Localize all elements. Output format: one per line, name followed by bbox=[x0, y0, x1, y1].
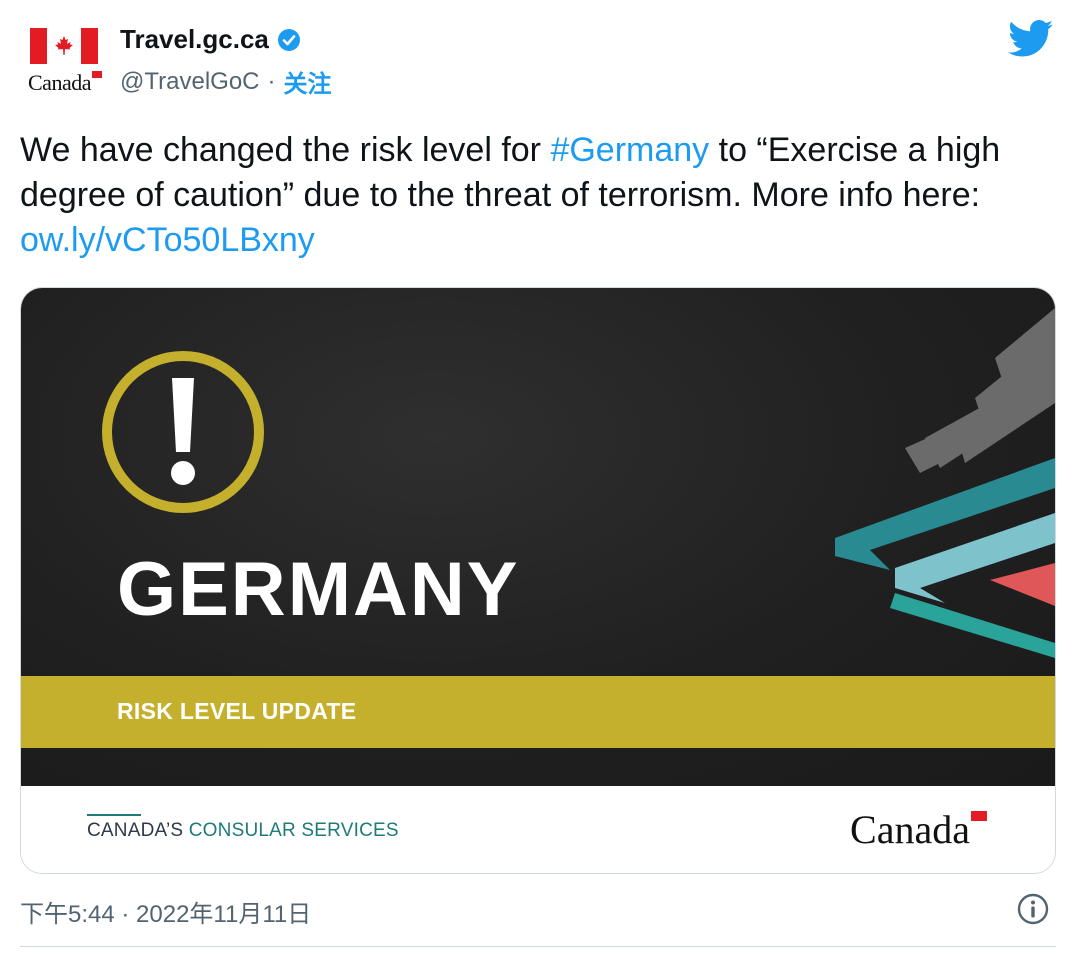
decorative-chevrons bbox=[835, 308, 1055, 658]
consular-accent: CONSULAR SERVICES bbox=[188, 820, 399, 841]
canada-flag-icon bbox=[30, 28, 98, 64]
risk-band: RISK LEVEL UPDATE bbox=[21, 676, 1055, 748]
timestamp[interactable]: 下午5:44 · 2022年11月11日 bbox=[20, 894, 311, 929]
follow-button[interactable]: 关注 bbox=[284, 64, 332, 99]
handle[interactable]: @TravelGoC bbox=[120, 68, 260, 96]
consular-rule bbox=[87, 814, 141, 816]
canada-wordmark-logo: Canada bbox=[850, 806, 987, 853]
url-link[interactable]: ow.ly/vCTo50LBxny bbox=[20, 221, 315, 259]
separator-dot: · bbox=[267, 67, 276, 95]
info-icon[interactable] bbox=[1016, 892, 1050, 926]
country-title: GERMANY bbox=[117, 547, 520, 632]
link-card[interactable]: GERMANY RISK LEVEL UPDATE CANADA’S CONSU… bbox=[20, 287, 1056, 874]
canada-wordmark: Canada bbox=[28, 70, 102, 96]
handle-row: @TravelGoC · 关注 bbox=[120, 64, 332, 99]
divider bbox=[20, 946, 1056, 947]
warning-exclamation-icon bbox=[102, 351, 264, 513]
consular-prefix: CANADA’S bbox=[87, 820, 189, 841]
display-name[interactable]: Travel.gc.ca bbox=[120, 24, 269, 55]
verified-badge-icon bbox=[277, 28, 300, 51]
name-row: Travel.gc.ca bbox=[120, 24, 301, 55]
tweet-text-part: We have changed the risk level for bbox=[20, 131, 551, 169]
twitter-bird-icon[interactable] bbox=[1008, 20, 1054, 58]
tweet-header: Canada Travel.gc.ca @TravelGoC · 关注 bbox=[20, 20, 1056, 100]
hashtag-link[interactable]: #Germany bbox=[550, 131, 709, 169]
tweet-text: We have changed the risk level for #Germ… bbox=[20, 128, 1050, 263]
risk-label: RISK LEVEL UPDATE bbox=[117, 698, 357, 724]
avatar[interactable]: Canada bbox=[28, 26, 108, 100]
card-image: GERMANY RISK LEVEL UPDATE bbox=[21, 288, 1055, 786]
card-footer: CANADA’S CONSULAR SERVICES Canada bbox=[21, 786, 1055, 873]
consular-services-label: CANADA’S CONSULAR SERVICES bbox=[87, 814, 399, 842]
